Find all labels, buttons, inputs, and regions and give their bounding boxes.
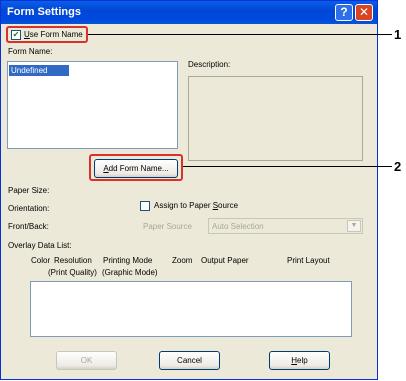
highlight-use-form-name <box>6 26 88 43</box>
column-color: Color <box>31 256 51 265</box>
column-print-layout: Print Layout <box>287 256 330 265</box>
checkbox-square <box>140 201 150 211</box>
title-bar: Form Settings ? ✕ <box>1 1 377 24</box>
column-graphic-mode: (Graphic Mode) <box>102 268 158 277</box>
callout-number-1: 1 <box>394 27 402 42</box>
column-print-quality: (Print Quality) <box>48 268 97 277</box>
assign-to-paper-source-label: Assign to Paper Source <box>154 201 239 210</box>
assign-to-paper-source-checkbox[interactable]: Assign to Paper Source <box>140 200 250 212</box>
highlight-add-form-name <box>89 154 183 181</box>
list-item-undefined[interactable]: Undefined <box>9 65 69 76</box>
help-title-button[interactable]: ? <box>335 4 353 21</box>
overlay-data-list[interactable] <box>30 281 352 337</box>
description-label: Description: <box>188 60 231 69</box>
form-name-list[interactable]: Undefined <box>7 61 178 149</box>
window-title: Form Settings <box>7 6 81 18</box>
column-resolution: Resolution <box>54 256 92 265</box>
description-box <box>188 76 363 161</box>
help-button[interactable]: Help <box>269 351 330 370</box>
form-name-label: Form Name: <box>8 47 53 56</box>
orientation-label: Orientation: <box>8 204 50 213</box>
column-output-paper: Output Paper <box>201 256 249 265</box>
overlay-data-list-label: Overlay Data List: <box>8 241 72 250</box>
callout-number-2: 2 <box>394 159 402 174</box>
ok-label: OK <box>80 356 93 365</box>
column-zoom: Zoom <box>172 256 193 265</box>
callout-line-1 <box>88 34 392 35</box>
close-button[interactable]: ✕ <box>355 4 373 21</box>
form-settings-dialog: Form Settings ? ✕ ✔ Use Form Name Form N… <box>0 0 378 380</box>
paper-size-label: Paper Size: <box>8 186 50 195</box>
paper-source-select[interactable]: Auto Selection ▼ <box>208 218 363 234</box>
cancel-button[interactable]: Cancel <box>159 351 220 370</box>
front-back-label: Front/Back: <box>8 222 49 231</box>
cancel-label: Cancel <box>177 356 202 365</box>
column-printing-mode: Printing Mode <box>103 256 153 265</box>
callout-line-2 <box>183 166 392 167</box>
ok-button[interactable]: OK <box>56 351 117 370</box>
paper-source-value: Auto Selection <box>212 222 264 231</box>
question-icon: ? <box>340 5 348 19</box>
help-label: Help <box>291 356 308 365</box>
close-icon: ✕ <box>358 5 370 19</box>
chevron-down-icon: ▼ <box>347 220 361 232</box>
paper-source-label: Paper Source <box>143 222 192 231</box>
